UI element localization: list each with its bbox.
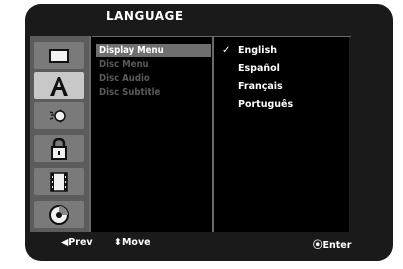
- sidebar-item-lock[interactable]: [34, 135, 84, 162]
- lock-icon: [51, 137, 67, 160]
- option-list: ✓ English Español Français Português: [216, 44, 326, 116]
- checkmark-icon: ✓: [222, 45, 231, 56]
- footer-hints: ◀Prev ⬍Move ⦿Enter: [25, 234, 393, 254]
- header-divider: [92, 36, 351, 37]
- menu-list: Display Menu Disc Menu Disc Audio Disc S…: [96, 44, 211, 100]
- disc-icon: [49, 204, 69, 225]
- option-label: Español: [238, 63, 280, 74]
- sidebar-item-audio[interactable]: [34, 102, 84, 129]
- option-label: English: [238, 45, 277, 56]
- option-label: Français: [238, 81, 283, 92]
- column-divider: [212, 36, 214, 232]
- option-francais[interactable]: Français: [216, 80, 326, 93]
- menu-item-display-menu[interactable]: Display Menu: [96, 44, 211, 57]
- menu-item-disc-menu[interactable]: Disc Menu: [96, 58, 211, 71]
- option-espanol[interactable]: Español: [216, 62, 326, 75]
- audio-speaker-icon: [49, 108, 66, 123]
- prev-hint: ◀Prev: [61, 237, 93, 248]
- language-a-icon: [50, 76, 68, 96]
- sidebar-item-film[interactable]: [34, 168, 84, 195]
- menu-item-disc-audio[interactable]: Disc Audio: [96, 72, 211, 85]
- sidebar-item-disc[interactable]: [34, 201, 84, 228]
- option-label: Português: [238, 99, 294, 110]
- enter-hint: ⦿Enter: [313, 240, 352, 251]
- option-english[interactable]: ✓ English: [216, 44, 326, 57]
- option-portugues[interactable]: Português: [216, 98, 326, 111]
- menu-item-disc-subtitle[interactable]: Disc Subtitle: [96, 86, 211, 99]
- page-title: LANGUAGE: [106, 9, 184, 23]
- tv-icon: [49, 48, 69, 63]
- sidebar-item-language[interactable]: [34, 72, 84, 99]
- column-divider: [89, 36, 91, 232]
- move-hint: ⬍Move: [114, 237, 151, 248]
- film-icon: [50, 171, 68, 192]
- sidebar-item-tv[interactable]: [34, 42, 84, 69]
